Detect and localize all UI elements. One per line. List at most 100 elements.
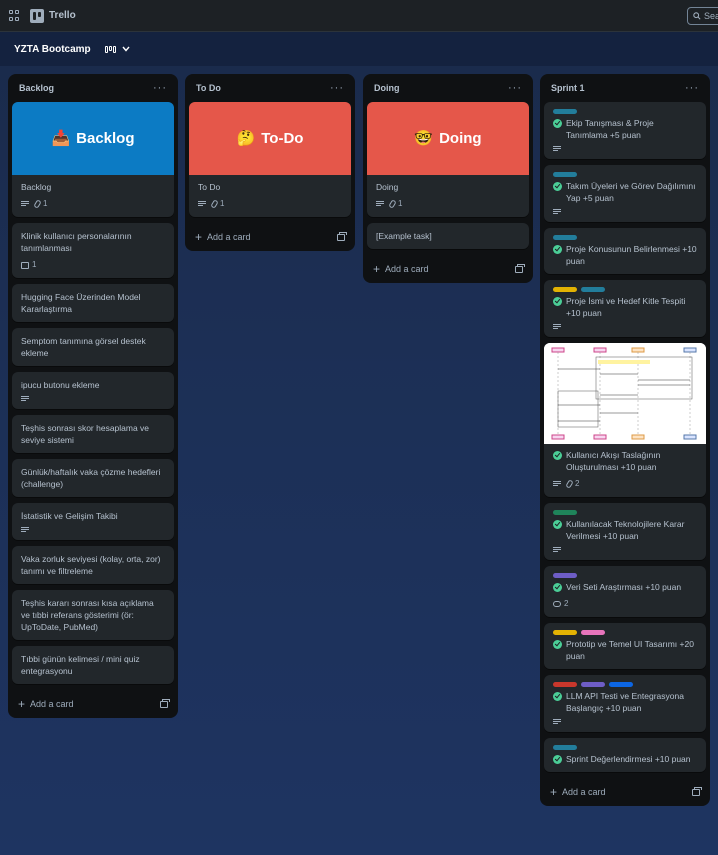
card-label[interactable] <box>553 172 577 177</box>
card-title: Hugging Face Üzerinden Model Kararlaştır… <box>21 292 141 314</box>
check-circle-icon[interactable] <box>553 181 562 191</box>
list-menu-button[interactable]: ··· <box>153 82 167 94</box>
search-input[interactable]: Sea <box>687 7 718 25</box>
card-label[interactable] <box>609 682 633 687</box>
add-card-row: + Add a card <box>12 690 174 718</box>
board-title[interactable]: YZTA Bootcamp <box>14 44 91 55</box>
board-view-switcher[interactable] <box>104 45 130 53</box>
card-label[interactable] <box>553 573 577 578</box>
card-label[interactable] <box>581 287 605 292</box>
card-cover: 📥 Backlog <box>12 102 174 175</box>
card-label[interactable] <box>581 682 605 687</box>
check-circle-icon[interactable] <box>553 691 562 701</box>
list-header: To Do ··· <box>189 74 351 102</box>
card-title: Proje İsmi ve Hedef Kitle Tespiti +10 pu… <box>566 296 686 318</box>
add-card-button[interactable]: + Add a card <box>195 231 251 243</box>
search-placeholder: Sea <box>704 11 718 21</box>
card-label[interactable] <box>553 109 577 114</box>
list-item[interactable]: Hugging Face Üzerinden Model Kararlaştır… <box>12 284 174 322</box>
description-icon <box>21 527 29 533</box>
card-cover: 🤓 Doing <box>367 102 529 175</box>
card-template-icon[interactable] <box>160 698 170 708</box>
card-label[interactable] <box>553 745 577 750</box>
list-title[interactable]: Sprint 1 <box>551 83 585 93</box>
list-title[interactable]: Doing <box>374 83 400 93</box>
check-circle-icon[interactable] <box>553 582 562 592</box>
card-title: Vaka zorluk seviyesi (kolay, orta, zor) … <box>21 554 161 576</box>
list-item[interactable]: Veri Seti Araştırması +10 puan 2 <box>544 566 706 617</box>
card-label[interactable] <box>553 682 577 687</box>
list-item[interactable]: İstatistik ve Gelişim Takibi <box>12 503 174 540</box>
add-card-button[interactable]: + Add a card <box>18 698 74 710</box>
card-template-icon[interactable] <box>515 263 525 273</box>
attachment-badge: 1 <box>388 198 402 210</box>
card-label[interactable] <box>553 287 577 292</box>
card-title: Prototip ve Temel UI Tasarımı +20 puan <box>566 639 694 661</box>
list-header: Sprint 1 ··· <box>544 74 706 102</box>
card-title: Günlük/haftalık vaka çözme hedefleri (ch… <box>21 467 161 489</box>
check-circle-icon[interactable] <box>553 754 562 764</box>
list-item[interactable]: Günlük/haftalık vaka çözme hedefleri (ch… <box>12 459 174 497</box>
card-title: Kullanıcı Akışı Taslağının Oluşturulması… <box>566 450 661 472</box>
list-item[interactable]: Tıbbi günün kelimesi / mini quiz entegra… <box>12 646 174 684</box>
card-backlog-cover[interactable]: 📥 Backlog Backlog 1 <box>12 102 174 217</box>
description-icon <box>553 481 561 487</box>
list-item[interactable]: Prototip ve Temel UI Tasarımı +20 puan <box>544 623 706 669</box>
card-title: Teşhis sonrası skor hesaplama ve seviye … <box>21 423 150 445</box>
list-item[interactable]: Teşhis sonrası skor hesaplama ve seviye … <box>12 415 174 453</box>
chevron-down-icon <box>122 46 130 52</box>
card-label[interactable] <box>553 235 577 240</box>
list-item[interactable]: Proje Konusunun Belirlenmesi +10 puan <box>544 228 706 274</box>
card-title: [Example task] <box>376 231 432 241</box>
top-navigation-bar: Trello Sea <box>0 0 718 32</box>
add-card-button[interactable]: + Add a card <box>550 786 606 798</box>
board-view-icon <box>104 45 116 53</box>
paperclip-icon <box>565 479 574 489</box>
list-item[interactable]: Proje İsmi ve Hedef Kitle Tespiti +10 pu… <box>544 280 706 337</box>
cover-text: Doing <box>439 129 482 147</box>
card-label[interactable] <box>553 630 577 635</box>
trello-home-link[interactable]: Trello <box>30 8 76 23</box>
list-item[interactable]: Ekip Tanışması & Proje Tanımlama +5 puan <box>544 102 706 159</box>
list-item[interactable]: ipucu butonu ekleme <box>12 372 174 409</box>
list-item[interactable]: [Example task] <box>367 223 529 249</box>
paperclip-icon <box>33 199 42 209</box>
list-item[interactable]: Teşhis kararı sonrası kısa açıklama ve t… <box>12 590 174 640</box>
add-card-button[interactable]: + Add a card <box>373 263 429 275</box>
card-template-icon[interactable] <box>692 786 702 796</box>
check-circle-icon[interactable] <box>553 450 562 460</box>
description-icon <box>553 719 561 725</box>
list-item[interactable]: Kullanıcı Akışı Taslağının Oluşturulması… <box>544 343 706 497</box>
cover-text: Backlog <box>76 129 135 147</box>
card-todo-cover[interactable]: 🤔 To-Do To Do 1 <box>189 102 351 217</box>
card-template-icon[interactable] <box>337 231 347 241</box>
card-label[interactable] <box>553 510 577 515</box>
list-menu-button[interactable]: ··· <box>330 82 344 94</box>
search-icon <box>693 12 701 20</box>
nerd-face-icon: 🤓 <box>414 129 434 147</box>
check-circle-icon[interactable] <box>553 519 562 529</box>
list-title[interactable]: To Do <box>196 83 221 93</box>
check-circle-icon[interactable] <box>553 296 562 306</box>
list-item[interactable]: Kullanılacak Teknolojilere Karar Verilme… <box>544 503 706 560</box>
attachment-badge: 1 <box>33 198 47 210</box>
list-item[interactable]: LLM API Testi ve Entegrasyona Başlangıç … <box>544 675 706 732</box>
add-card-row: + Add a card <box>544 778 706 806</box>
paperclip-icon <box>388 199 397 209</box>
check-circle-icon[interactable] <box>553 639 562 649</box>
check-circle-icon[interactable] <box>553 118 562 128</box>
list-item[interactable]: Semptom tanımına görsel destek ekleme <box>12 328 174 366</box>
list-item[interactable]: Takım Üyeleri ve Görev Dağılımını Yap +5… <box>544 165 706 222</box>
list-item[interactable]: Klinik kullanıcı personalarının tanımlan… <box>12 223 174 278</box>
check-circle-icon[interactable] <box>553 244 562 254</box>
card-cover: 🤔 To-Do <box>189 102 351 175</box>
card-doing-cover[interactable]: 🤓 Doing Doing 1 <box>367 102 529 217</box>
app-switcher-icon[interactable] <box>9 10 20 21</box>
list-item[interactable]: Sprint Değerlendirmesi +10 puan <box>544 738 706 772</box>
list-doing: Doing ··· 🤓 Doing Doing 1 [Example task]… <box>363 74 533 283</box>
list-item[interactable]: Vaka zorluk seviyesi (kolay, orta, zor) … <box>12 546 174 584</box>
list-menu-button[interactable]: ··· <box>685 82 699 94</box>
list-menu-button[interactable]: ··· <box>508 82 522 94</box>
card-label[interactable] <box>581 630 605 635</box>
list-title[interactable]: Backlog <box>19 83 54 93</box>
